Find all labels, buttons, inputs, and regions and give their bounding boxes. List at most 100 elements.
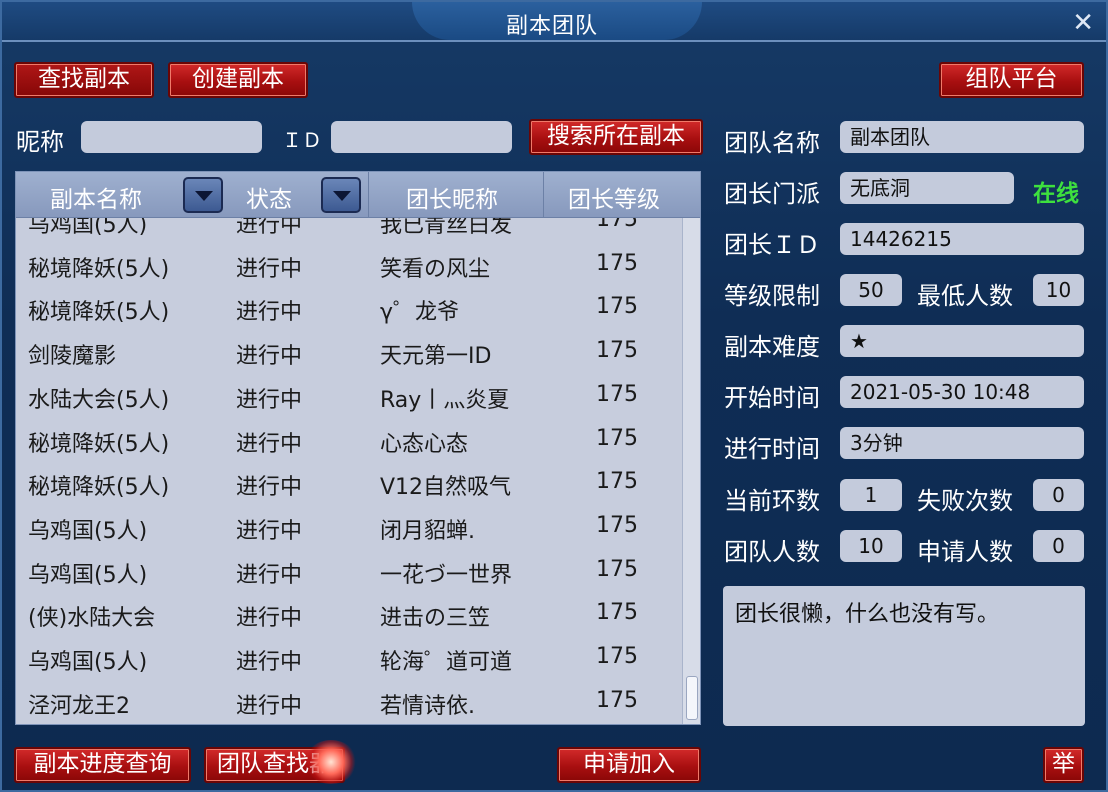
leader-level-cell: 175 — [596, 556, 638, 582]
col-status: 状态 — [246, 187, 292, 213]
fail-count-label: 失败次数 — [917, 487, 1013, 515]
status-cell: 进行中 — [236, 606, 303, 632]
instance-name-cell: 秘境降妖(5人) — [28, 300, 170, 326]
find-instance-button[interactable]: 查找副本 — [14, 62, 154, 98]
apply-join-button[interactable]: 申请加入 — [557, 747, 701, 783]
header-divider — [543, 172, 544, 218]
team-size-label: 团队人数 — [724, 538, 820, 566]
leader-level-cell: 175 — [596, 687, 638, 713]
instance-name-cell: 秘境降妖(5人) — [28, 256, 170, 282]
leader-level-cell: 175 — [596, 600, 638, 626]
instance-name-cell: 秘境降妖(5人) — [28, 475, 170, 501]
title-bar: 副本团队 ✕ — [2, 2, 1106, 42]
instance-name-cell: (侠)水陆大会 — [28, 606, 156, 632]
status-cell: 进行中 — [236, 344, 303, 370]
status-cell: 进行中 — [236, 693, 303, 719]
status-cell: 进行中 — [236, 431, 303, 457]
window-title: 副本团队 — [505, 14, 598, 39]
instance-team-window: 副本团队 ✕ 查找副本 创建副本 组队平台 昵称 ＩＤ 搜索所在副本 副本名称 … — [0, 0, 1108, 792]
level-limit-field: 50 — [840, 274, 902, 306]
table-row[interactable]: 秘境降妖(5人) 进行中 笑看の风尘 175 — [16, 244, 680, 288]
create-instance-button[interactable]: 创建副本 — [168, 62, 308, 98]
status-cell: 进行中 — [236, 475, 303, 501]
table-row[interactable]: (侠)水陆大会 进行中 进击の三笠 175 — [16, 593, 680, 637]
search-instance-button[interactable]: 搜索所在副本 — [529, 119, 703, 155]
new-highlight-icon — [305, 740, 357, 784]
instance-name-cell: 乌鸡国(5人) — [28, 650, 148, 675]
header-divider — [368, 172, 369, 218]
team-platform-button[interactable]: 组队平台 — [939, 62, 1084, 98]
table-row[interactable]: 剑陵魔影 进行中 天元第一ID 175 — [16, 331, 680, 375]
difficulty-star-icon: ★ — [840, 325, 1084, 357]
leader-nickname-cell: 闭月貂蝉. — [380, 518, 475, 544]
applicants-label: 申请人数 — [917, 538, 1013, 566]
leader-nickname-cell: 若情诗依. — [380, 693, 475, 719]
nickname-label: 昵称 — [16, 128, 64, 156]
status-cell: 进行中 — [236, 218, 303, 238]
instance-name-cell: 乌鸡国(5人) — [28, 518, 148, 544]
col-instance-name: 副本名称 — [50, 187, 142, 213]
scrollbar-thumb[interactable] — [686, 676, 698, 720]
team-name-field: 副本团队 — [840, 121, 1084, 153]
leader-id-label: 团长ＩＤ — [724, 231, 820, 259]
table-row[interactable]: 乌鸡国(5人) 进行中 轮海゜道可道 175 — [16, 637, 680, 681]
leader-nickname-cell: γ゜龙爷 — [380, 300, 460, 326]
min-members-field: 10 — [1033, 274, 1084, 306]
instance-name-cell: 秘境降妖(5人) — [28, 431, 170, 457]
leader-nickname-cell: 我已青丝白发 — [380, 218, 513, 238]
leader-nickname-cell: 轮海゜道可道 — [380, 650, 513, 675]
leader-level-cell: 175 — [596, 425, 638, 451]
min-members-label: 最低人数 — [917, 282, 1013, 310]
table-row[interactable]: 秘境降妖(5人) 进行中 γ゜龙爷 175 — [16, 287, 680, 331]
leader-nickname-cell: 笑看の风尘 — [380, 256, 491, 282]
elapsed-time-label: 进行时间 — [724, 435, 820, 463]
start-time-label: 开始时间 — [724, 384, 820, 412]
leader-level-cell: 175 — [596, 644, 638, 669]
status-cell: 进行中 — [236, 300, 303, 326]
level-limit-label: 等级限制 — [724, 282, 820, 310]
leader-level-cell: 175 — [596, 381, 638, 407]
team-size-field: 10 — [840, 530, 902, 562]
status-cell: 进行中 — [236, 387, 303, 413]
status-cell: 进行中 — [236, 256, 303, 282]
id-label: ＩＤ — [282, 128, 322, 152]
instance-name-cell: 剑陵魔影 — [28, 344, 117, 370]
scrollbar[interactable] — [682, 218, 700, 724]
table-row[interactable]: 乌鸡国(5人) 进行中 一花づ一世界 175 — [16, 550, 680, 594]
leader-nickname-cell: 进击の三笠 — [380, 606, 491, 632]
team-notice: 团长很懒，什么也没有写。 — [723, 586, 1085, 726]
table-header: 副本名称 状态 团长昵称 团长等级 — [16, 172, 700, 218]
difficulty-label: 副本难度 — [724, 333, 820, 361]
table-row[interactable]: 秘境降妖(5人) 进行中 V12自然吸气 175 — [16, 462, 680, 506]
leader-nickname-cell: V12自然吸气 — [380, 475, 512, 501]
current-ring-label: 当前环数 — [724, 487, 820, 515]
start-time-field: 2021-05-30 10:48 — [840, 376, 1084, 408]
leader-level-cell: 175 — [596, 469, 638, 495]
table-row[interactable]: 乌鸡国(5人) 进行中 我已青丝白发 175 — [16, 218, 680, 244]
status-filter-dropdown-icon[interactable] — [321, 177, 361, 213]
status-cell: 进行中 — [236, 562, 303, 588]
status-cell: 进行中 — [236, 518, 303, 544]
table-row[interactable]: 乌鸡国(5人) 进行中 闭月貂蝉. 175 — [16, 506, 680, 550]
table-row[interactable]: 水陆大会(5人) 进行中 Ray丨灬炎夏 175 — [16, 375, 680, 419]
nickname-input[interactable] — [81, 121, 262, 153]
online-status: 在线 — [1033, 181, 1079, 207]
leader-level-cell: 175 — [596, 218, 638, 232]
close-icon[interactable]: ✕ — [1072, 8, 1094, 38]
progress-query-button[interactable]: 副本进度查询 — [14, 747, 191, 783]
report-button[interactable]: 举 — [1043, 747, 1084, 783]
leader-school-field: 无底洞 — [840, 172, 1014, 204]
applicants-field: 0 — [1033, 530, 1084, 562]
col-leader-level: 团长等级 — [568, 187, 660, 213]
id-input[interactable] — [331, 121, 512, 153]
instance-name-cell: 水陆大会(5人) — [28, 387, 170, 413]
name-filter-dropdown-icon[interactable] — [183, 177, 223, 213]
leader-level-cell: 175 — [596, 250, 638, 276]
instance-table: 副本名称 状态 团长昵称 团长等级 乌鸡国(5人) 进行中 我已青丝白发 175 秘境降… — [15, 171, 701, 725]
current-ring-field: 1 — [840, 479, 902, 511]
table-row[interactable]: 秘境降妖(5人) 进行中 心态心态 175 — [16, 419, 680, 463]
table-row[interactable]: 泾河龙王2 进行中 若情诗依. 175 — [16, 681, 680, 724]
col-leader-nickname: 团长昵称 — [406, 187, 498, 213]
leader-level-cell: 175 — [596, 338, 638, 364]
fail-count-field: 0 — [1033, 479, 1084, 511]
